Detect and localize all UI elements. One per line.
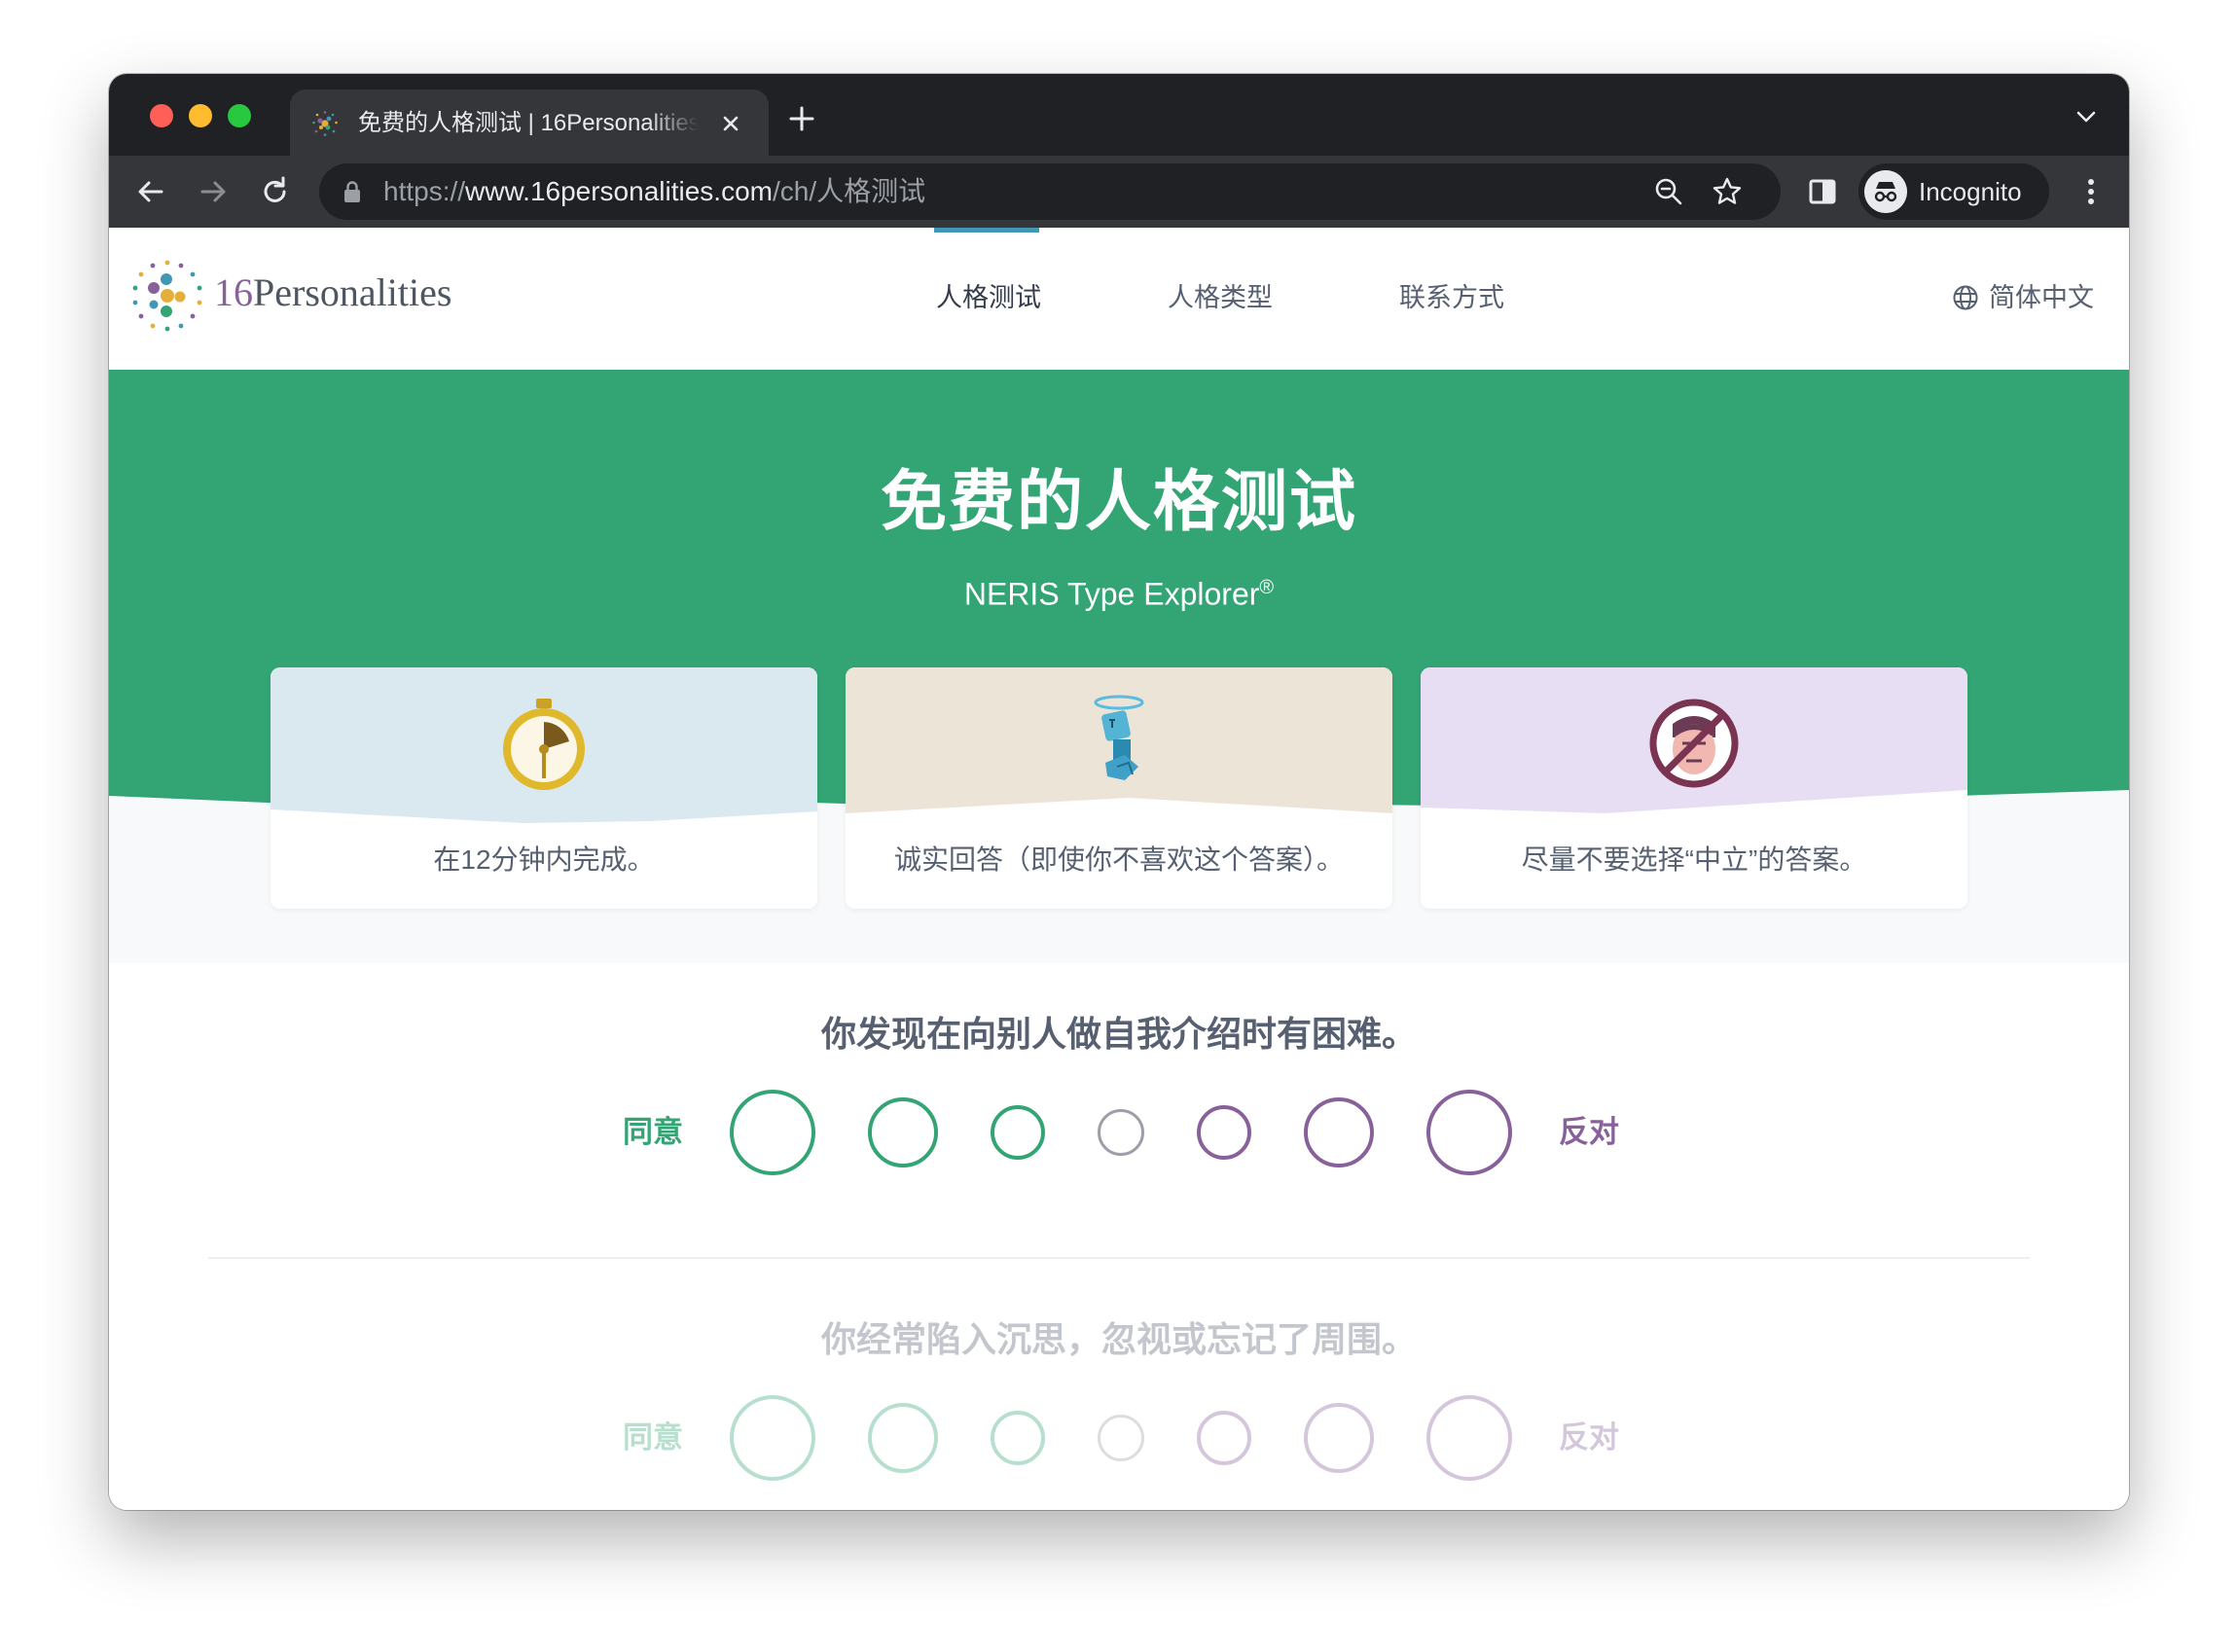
browser-window: 免费的人格测试 | 16Personalities https://www.16… — [109, 74, 2129, 1510]
site-logo-text[interactable]: 16Personalities — [214, 269, 451, 317]
agree-label: 同意 — [623, 1115, 683, 1149]
answer-option-disagree[interactable] — [1304, 1403, 1374, 1473]
answer-option-slightly-disagree[interactable] — [1197, 1105, 1251, 1160]
bookmark-star-icon[interactable] — [1711, 175, 1744, 208]
nav-item-types[interactable]: 人格类型 — [1168, 278, 1273, 317]
minimize-window-button[interactable] — [189, 104, 212, 127]
question-text: 你发现在向别人做自我介绍时有困难。 — [820, 1014, 1417, 1054]
incognito-profile-button[interactable]: Incognito — [1858, 163, 2049, 220]
close-window-button[interactable] — [150, 104, 173, 127]
hero-title: 免费的人格测试 — [880, 465, 1357, 539]
answer-option-agree[interactable] — [868, 1097, 938, 1167]
answer-option-slightly-disagree[interactable] — [1197, 1411, 1251, 1465]
question-1: 你发现在向别人做自我介绍时有困难。 同意 反对 — [109, 1010, 2129, 1175]
disagree-label: 反对 — [1559, 1420, 1619, 1454]
browser-menu-icon[interactable] — [2073, 173, 2110, 210]
question-divider — [208, 1257, 2030, 1259]
new-tab-icon[interactable] — [784, 101, 819, 136]
globe-icon — [1953, 285, 1978, 310]
active-nav-indicator — [934, 228, 1039, 233]
tip-card-honest-text: 诚实回答（即使你不喜欢这个答案）。 — [893, 844, 1344, 875]
answer-option-strongly-disagree[interactable] — [1426, 1395, 1512, 1481]
url-scheme: https:// — [383, 176, 466, 206]
answer-option-neutral[interactable] — [1098, 1415, 1144, 1461]
address-bar[interactable]: https://www.16personalities.com/ch/人格测试 — [319, 163, 1781, 220]
answer-option-strongly-agree[interactable] — [730, 1090, 815, 1175]
site-header: 16Personalities 人格测试 人格类型 联系方式 简体中文 — [109, 228, 2129, 370]
16personalities-logo-icon[interactable] — [130, 259, 204, 333]
no-neutral-face-icon — [1649, 699, 1739, 788]
tab-title: 免费的人格测试 | 16Personalities — [358, 110, 699, 136]
tip-card-time: 在12分钟内完成。 — [270, 667, 817, 909]
answer-option-slightly-agree[interactable] — [991, 1105, 1045, 1160]
disagree-label: 反对 — [1559, 1115, 1619, 1149]
url-path: /ch/人格测试 — [772, 176, 926, 206]
site-favicon-icon — [312, 111, 338, 136]
tip-card-time-text: 在12分钟内完成。 — [433, 844, 655, 875]
answer-option-slightly-agree[interactable] — [991, 1411, 1045, 1465]
url-host: www.16personalities.com — [465, 176, 773, 206]
question-2: 你经常陷入沉思，忽视或忘记了周围。 同意 反对 — [109, 1315, 2129, 1510]
web-page: 16Personalities 人格测试 人格类型 联系方式 简体中文 免费的人… — [109, 228, 2129, 1510]
answer-option-strongly-agree[interactable] — [730, 1395, 815, 1481]
reload-icon[interactable] — [257, 173, 294, 210]
incognito-icon — [1864, 170, 1907, 213]
tip-card-neutral-text: 尽量不要选择“中立”的答案。 — [1521, 844, 1867, 875]
tip-card-honest: 诚实回答（即使你不喜欢这个答案）。 — [846, 667, 1392, 909]
tip-card-neutral: 尽量不要选择“中立”的答案。 — [1421, 667, 1967, 909]
tab-strip: 免费的人格测试 | 16Personalities — [109, 74, 2129, 156]
answer-option-agree[interactable] — [868, 1403, 938, 1473]
zoom-icon[interactable] — [1652, 175, 1685, 208]
chevron-down-icon[interactable] — [2073, 103, 2100, 130]
question-text: 你经常陷入沉思，忽视或忘记了周围。 — [820, 1319, 1417, 1359]
url-text: https://www.16personalities.com/ch/人格测试 — [383, 176, 925, 207]
forward-arrow-icon[interactable] — [195, 173, 232, 210]
lock-icon — [344, 181, 360, 202]
language-selector[interactable]: 简体中文 — [1952, 278, 2106, 317]
back-arrow-icon[interactable] — [132, 173, 169, 210]
stopwatch-icon — [503, 699, 585, 790]
answer-option-strongly-disagree[interactable] — [1426, 1090, 1512, 1175]
browser-tab[interactable]: 免费的人格测试 | 16Personalities — [290, 90, 769, 156]
nav-item-contact[interactable]: 联系方式 — [1399, 278, 1504, 317]
agree-label: 同意 — [623, 1420, 683, 1454]
answer-option-disagree[interactable] — [1304, 1097, 1374, 1167]
honest-figure-icon — [1094, 695, 1144, 780]
language-label: 简体中文 — [1989, 283, 2094, 312]
side-panel-icon[interactable] — [1804, 173, 1841, 210]
answer-option-neutral[interactable] — [1098, 1109, 1144, 1156]
hero-subtitle: NERIS Type Explorer® — [963, 576, 1275, 612]
maximize-window-button[interactable] — [228, 104, 251, 127]
close-tab-icon[interactable] — [716, 109, 745, 138]
incognito-label: Incognito — [1919, 177, 2022, 206]
browser-toolbar: https://www.16personalities.com/ch/人格测试 — [109, 156, 2129, 228]
hero-section: 免费的人格测试 NERIS Type Explorer® 在12分钟内完成。 诚… — [109, 370, 2129, 963]
nav-item-test[interactable]: 人格测试 — [936, 278, 1041, 317]
